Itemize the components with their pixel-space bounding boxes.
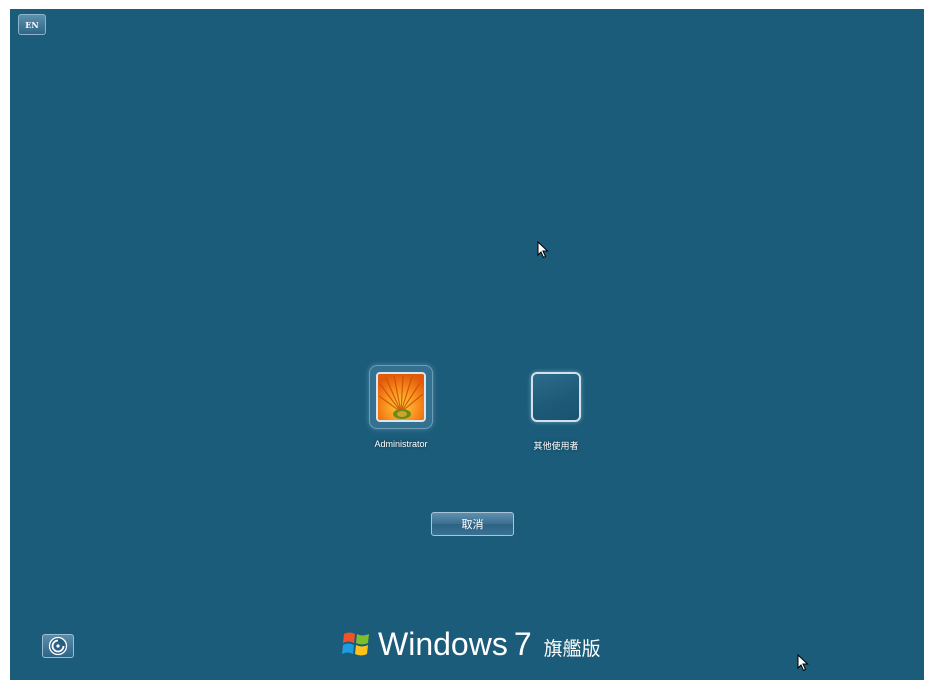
ease-of-access-icon <box>48 636 68 656</box>
windows-wordmark: Windows <box>378 625 508 662</box>
blank-user-tile <box>531 372 581 422</box>
cancel-button-label: 取消 <box>461 518 484 531</box>
windows-flag-icon <box>342 632 369 656</box>
user-tile-other-user[interactable]: 其他使用者 <box>516 365 596 452</box>
user-tile-frame <box>369 365 433 429</box>
user-name-label: Administrator <box>374 439 428 449</box>
language-bar-button[interactable]: EN <box>18 14 46 35</box>
windows-edition: 旗艦版 <box>543 637 601 660</box>
mouse-cursor-icon <box>797 654 809 672</box>
user-name-label: 其他使用者 <box>533 441 579 451</box>
windows-version: 7 <box>513 625 532 662</box>
logon-screen: EN Administrator 其他使用者 取消 Windows 7 旗艦版 <box>10 9 924 680</box>
windows-branding: Windows 7 旗艦版 <box>340 624 601 664</box>
cancel-button[interactable]: 取消 <box>431 512 514 536</box>
language-label: EN <box>25 19 39 30</box>
user-tile-administrator[interactable]: Administrator <box>346 365 456 449</box>
user-tile-frame <box>524 365 588 429</box>
ease-of-access-button[interactable] <box>42 634 74 658</box>
orange-flower-avatar <box>376 372 426 422</box>
mouse-cursor-icon <box>537 241 549 259</box>
flower-icon <box>378 374 424 420</box>
